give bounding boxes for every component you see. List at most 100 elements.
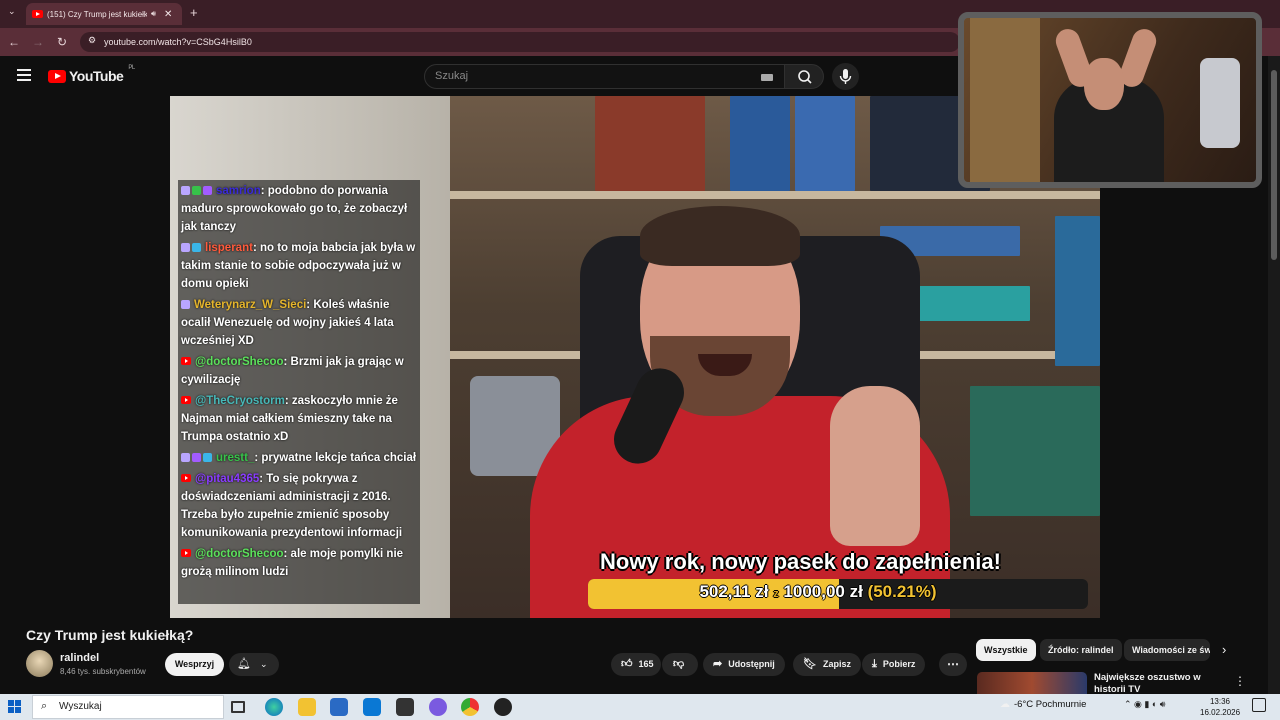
taskbar-clock[interactable]: 13:36 16.02.2026 <box>1200 696 1240 718</box>
chip-news[interactable]: Wiadomości ze św <box>1124 639 1210 661</box>
notifications-icon[interactable] <box>1252 698 1266 712</box>
chat-overlay: samrion: podobno do porwania maduro spro… <box>178 180 420 604</box>
chat-badge-icon <box>192 186 201 195</box>
bookmark-icon: 🔖︎ <box>803 658 817 670</box>
address-bar[interactable]: ⚙ youtube.com/watch?v=CSbG4HsilB0 <box>80 32 960 52</box>
shelf-item <box>730 96 790 191</box>
like-count: 165 <box>638 659 654 669</box>
obs-icon[interactable] <box>494 698 512 716</box>
keyboard-icon[interactable] <box>761 74 773 81</box>
tab-list-button[interactable]: ⌄ <box>8 6 16 17</box>
search-icon <box>798 70 812 84</box>
chat-message: Weterynarz_W_Sieci: Koleś właśnie ocalił… <box>181 296 417 350</box>
recommended-thumbnail[interactable] <box>977 672 1087 694</box>
reload-button[interactable]: ↻ <box>52 32 72 52</box>
weather-icon[interactable]: ☁︎ <box>1000 699 1010 710</box>
chat-message: @pitau4365: To się pokrywa z doświadczen… <box>181 470 417 542</box>
youtube-badge-icon <box>181 474 191 482</box>
chip-all[interactable]: Wszystkie <box>976 639 1036 661</box>
chevron-right-icon[interactable]: › <box>1222 642 1226 657</box>
chat-username: samrion <box>216 185 261 197</box>
youtube-logo[interactable]: YouTube PL <box>48 65 135 84</box>
back-button[interactable]: ← <box>4 32 24 52</box>
chat-badge-icon <box>181 186 190 195</box>
voice-search-button[interactable] <box>832 63 859 90</box>
webcam-lamp <box>1200 58 1240 148</box>
windows-start-icon[interactable] <box>8 700 22 714</box>
app-icon[interactable] <box>396 698 414 716</box>
dislike-button[interactable]: 👎︎ <box>662 653 698 676</box>
new-tab-button[interactable]: + <box>190 5 198 20</box>
support-button[interactable]: Wesprzyj <box>165 653 224 676</box>
goal-percent: (50.21%) <box>867 582 937 601</box>
chat-badge-icon <box>181 453 190 462</box>
browser-tab[interactable]: (151) Czy Trump jest kukiełk 🔊︎ ✕ <box>26 3 182 25</box>
store-icon[interactable] <box>330 698 348 716</box>
chat-badge-icon <box>192 243 201 252</box>
system-tray-icons[interactable]: ⌃ ◉ ▮ ◐ 🔊︎ <box>1124 699 1165 710</box>
taskbar-search-placeholder: Wyszukaj <box>59 701 102 712</box>
chat-username: @doctorShecoo <box>195 548 284 560</box>
recommended-title[interactable]: Największe oszustwo w historii TV <box>1094 672 1232 694</box>
forward-button[interactable]: → <box>28 32 48 52</box>
save-label: Zapisz <box>822 659 851 669</box>
share-button[interactable]: ➦ Udostępnij <box>703 653 785 676</box>
tab-title: (151) Czy Trump jest kukiełk <box>47 9 147 19</box>
chat-badge-icon <box>192 453 201 462</box>
more-vertical-icon[interactable]: ⋮ <box>1234 674 1246 688</box>
subscriber-count: 8,46 tys. subskrybentów <box>60 667 146 676</box>
search-input[interactable]: Szukaj <box>424 64 786 89</box>
edge-icon[interactable] <box>265 698 283 716</box>
goal-separator: z <box>773 588 779 600</box>
chat-badge-icon <box>181 243 190 252</box>
shelf-item <box>595 96 705 191</box>
more-horizontal-icon: ⋯ <box>947 657 959 671</box>
discord-icon[interactable] <box>429 698 447 716</box>
site-info-icon[interactable]: ⚙ <box>88 35 96 46</box>
share-icon: ➦ <box>713 658 723 670</box>
file-explorer-icon[interactable] <box>298 698 316 716</box>
task-view-icon[interactable] <box>231 701 245 713</box>
goal-target: 1000,00 zł <box>783 582 863 601</box>
youtube-favicon-icon <box>32 10 43 18</box>
region-code: PL <box>128 65 135 71</box>
shelf-item <box>795 96 855 191</box>
chat-text: : prywatne lekcje tańca chciał <box>254 452 417 464</box>
search-icon: ⌕ <box>41 700 48 712</box>
bell-icon: 🔔︎ <box>237 658 251 670</box>
close-tab-icon[interactable]: ✕ <box>164 9 172 20</box>
scrollbar-thumb[interactable] <box>1271 70 1277 260</box>
chat-username: lisperant <box>205 242 253 254</box>
clock-date: 16.02.2026 <box>1200 708 1241 717</box>
chat-text: : podobno do porwania maduro sprowokował… <box>181 185 408 233</box>
chat-badge-icon <box>203 453 212 462</box>
url-text: youtube.com/watch?v=CSbG4HsilB0 <box>104 37 252 47</box>
download-icon: ⤓ <box>872 658 877 670</box>
search-button[interactable] <box>784 64 824 89</box>
thumbs-up-icon: 👍︎ <box>621 658 633 670</box>
youtube-badge-icon <box>181 549 191 557</box>
search-placeholder: Szukaj <box>435 70 469 82</box>
speaker-icon[interactable]: 🔊︎ <box>151 9 156 19</box>
webcam-person-head <box>1084 58 1124 110</box>
webcam-background-door <box>970 18 1040 182</box>
like-button[interactable]: 👍︎ 165 <box>611 653 661 676</box>
save-button[interactable]: 🔖︎ Zapisz <box>793 653 861 676</box>
webcam-overlay <box>958 12 1262 188</box>
shelf <box>450 191 1100 199</box>
more-actions-button[interactable]: ⋯ <box>939 653 967 676</box>
taskbar-search-input[interactable]: ⌕ Wyszukaj <box>32 695 224 719</box>
chat-username: Weterynarz_W_Sieci <box>194 299 307 311</box>
chat-username: @pitau4365 <box>195 473 260 485</box>
chip-source[interactable]: Źródło: ralindel <box>1040 639 1122 661</box>
menu-icon[interactable] <box>17 69 31 81</box>
chat-message: @TheCryostorm: zaskoczyło mnie że Najman… <box>181 392 417 446</box>
download-button[interactable]: ⤓ Pobierz <box>862 653 926 676</box>
outlook-icon[interactable] <box>363 698 381 716</box>
notification-bell-button[interactable]: 🔔︎ ⌄ <box>229 653 279 676</box>
weather-text[interactable]: -6°C Pochmurnie <box>1014 699 1086 710</box>
channel-name[interactable]: ralindel <box>60 652 99 664</box>
shelf-item <box>970 386 1100 516</box>
channel-avatar[interactable] <box>26 650 53 677</box>
chrome-icon[interactable] <box>461 698 479 716</box>
